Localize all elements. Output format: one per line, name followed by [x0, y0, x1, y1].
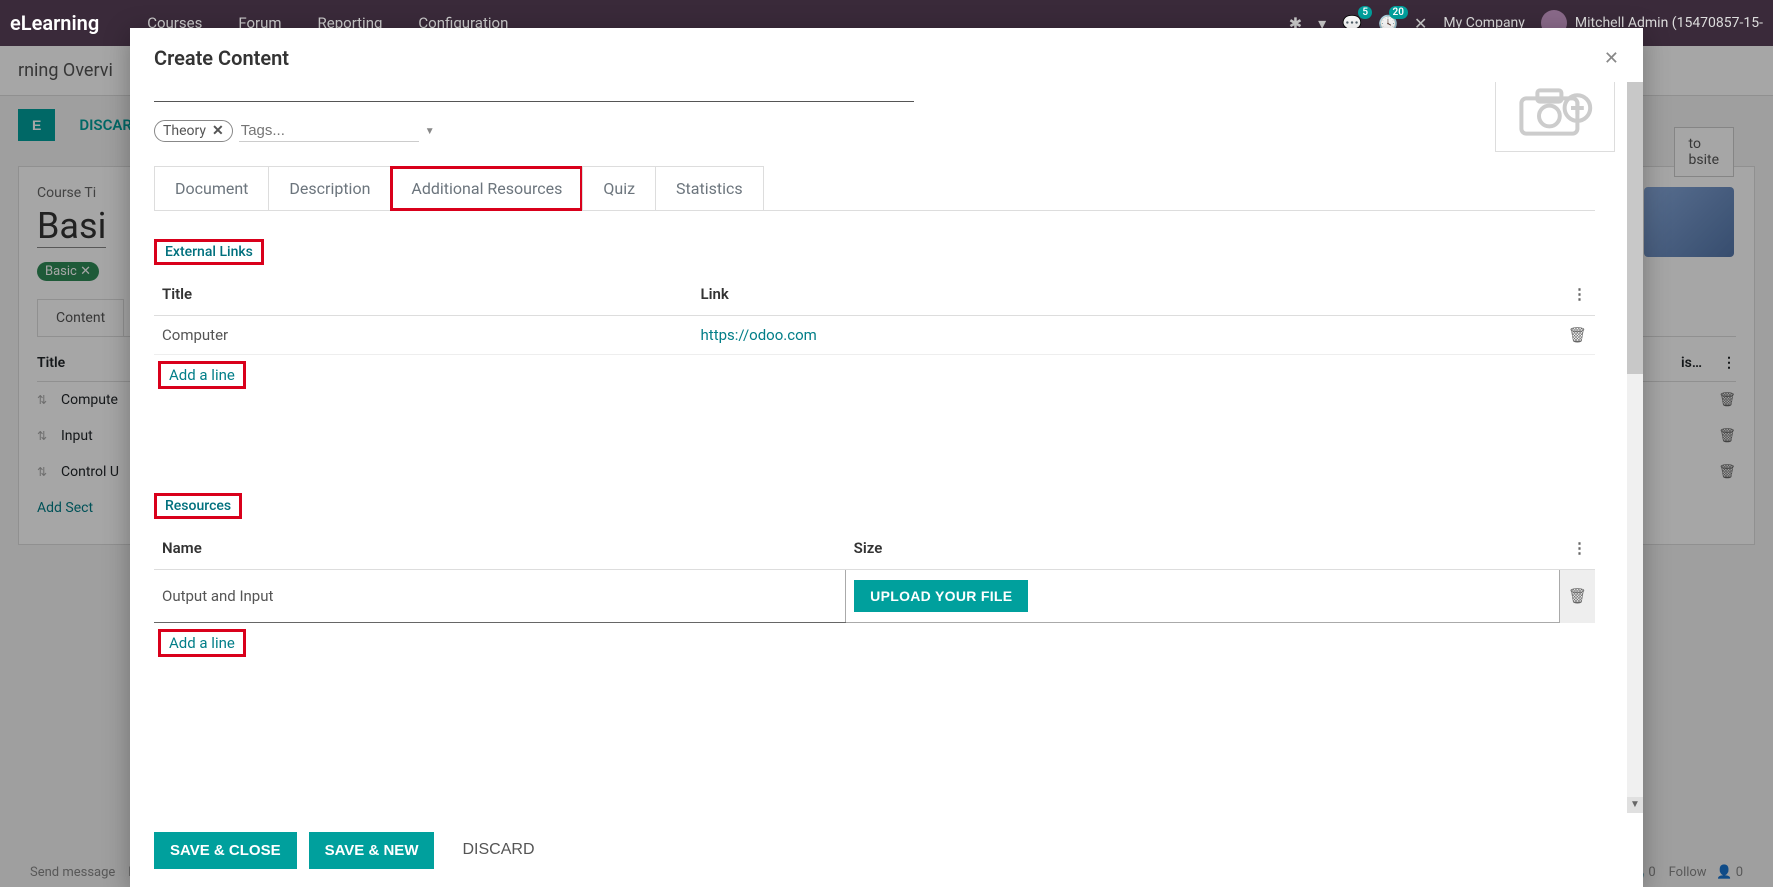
res-kebab-icon[interactable]: ⋮: [1559, 527, 1595, 570]
external-links-table: Title Link ⋮ Computer https://odoo.com 🗑…: [154, 273, 1595, 395]
external-links-label: External Links: [154, 239, 264, 265]
tags-input[interactable]: [239, 120, 419, 142]
content-title-input[interactable]: [154, 82, 914, 102]
trash-icon[interactable]: 🗑: [1560, 316, 1595, 355]
res-col-size: Size: [846, 527, 1560, 570]
ext-col-title: Title: [154, 273, 693, 316]
tab-description[interactable]: Description: [268, 166, 391, 211]
tab-additional-resources[interactable]: Additional Resources: [390, 166, 583, 211]
close-icon[interactable]: ✕: [1604, 48, 1619, 69]
res-add-line[interactable]: Add a line: [158, 629, 246, 657]
scroll-thumb[interactable]: [1627, 82, 1643, 374]
tab-statistics[interactable]: Statistics: [655, 166, 764, 211]
resources-label: Resources: [154, 493, 242, 519]
upload-file-button[interactable]: UPLOAD YOUR FILE: [854, 580, 1028, 612]
ext-row-link[interactable]: https://odoo.com: [693, 316, 1560, 355]
tab-quiz[interactable]: Quiz: [582, 166, 656, 211]
resources-table: Name Size ⋮ Output and Input UPLOAD YOUR…: [154, 527, 1595, 663]
scroll-down-icon[interactable]: ▼: [1627, 797, 1643, 813]
chevron-down-icon[interactable]: ▼: [425, 126, 435, 137]
app-brand[interactable]: eLearning: [10, 11, 99, 35]
table-row[interactable]: Computer https://odoo.com 🗑: [154, 316, 1595, 355]
save-close-button[interactable]: SAVE & CLOSE: [154, 832, 297, 869]
tab-document[interactable]: Document: [154, 166, 269, 211]
create-content-modal: Create Content ✕ ▲ ▼: [130, 28, 1643, 887]
image-upload-placeholder[interactable]: [1495, 82, 1615, 152]
message-badge: 5: [1358, 6, 1372, 19]
ext-col-link: Link: [693, 273, 1560, 316]
ext-add-line[interactable]: Add a line: [158, 361, 246, 389]
table-row[interactable]: Output and Input UPLOAD YOUR FILE 🗑: [154, 570, 1595, 623]
scrollbar[interactable]: ▲ ▼: [1627, 82, 1643, 813]
res-row-name[interactable]: Output and Input: [154, 570, 846, 623]
save-new-button[interactable]: SAVE & NEW: [309, 832, 435, 869]
modal-title: Create Content: [154, 46, 289, 70]
trash-icon[interactable]: 🗑: [1559, 570, 1595, 623]
res-col-name: Name: [154, 527, 846, 570]
ext-row-title[interactable]: Computer: [154, 316, 693, 355]
tag-remove-icon[interactable]: ✕: [212, 123, 224, 139]
discard-button[interactable]: DISCARD: [446, 831, 550, 869]
camera-plus-icon: [1515, 82, 1595, 142]
activity-badge: 20: [1389, 6, 1408, 19]
ext-kebab-icon[interactable]: ⋮: [1560, 273, 1595, 316]
tag-theory[interactable]: Theory ✕: [154, 120, 233, 142]
